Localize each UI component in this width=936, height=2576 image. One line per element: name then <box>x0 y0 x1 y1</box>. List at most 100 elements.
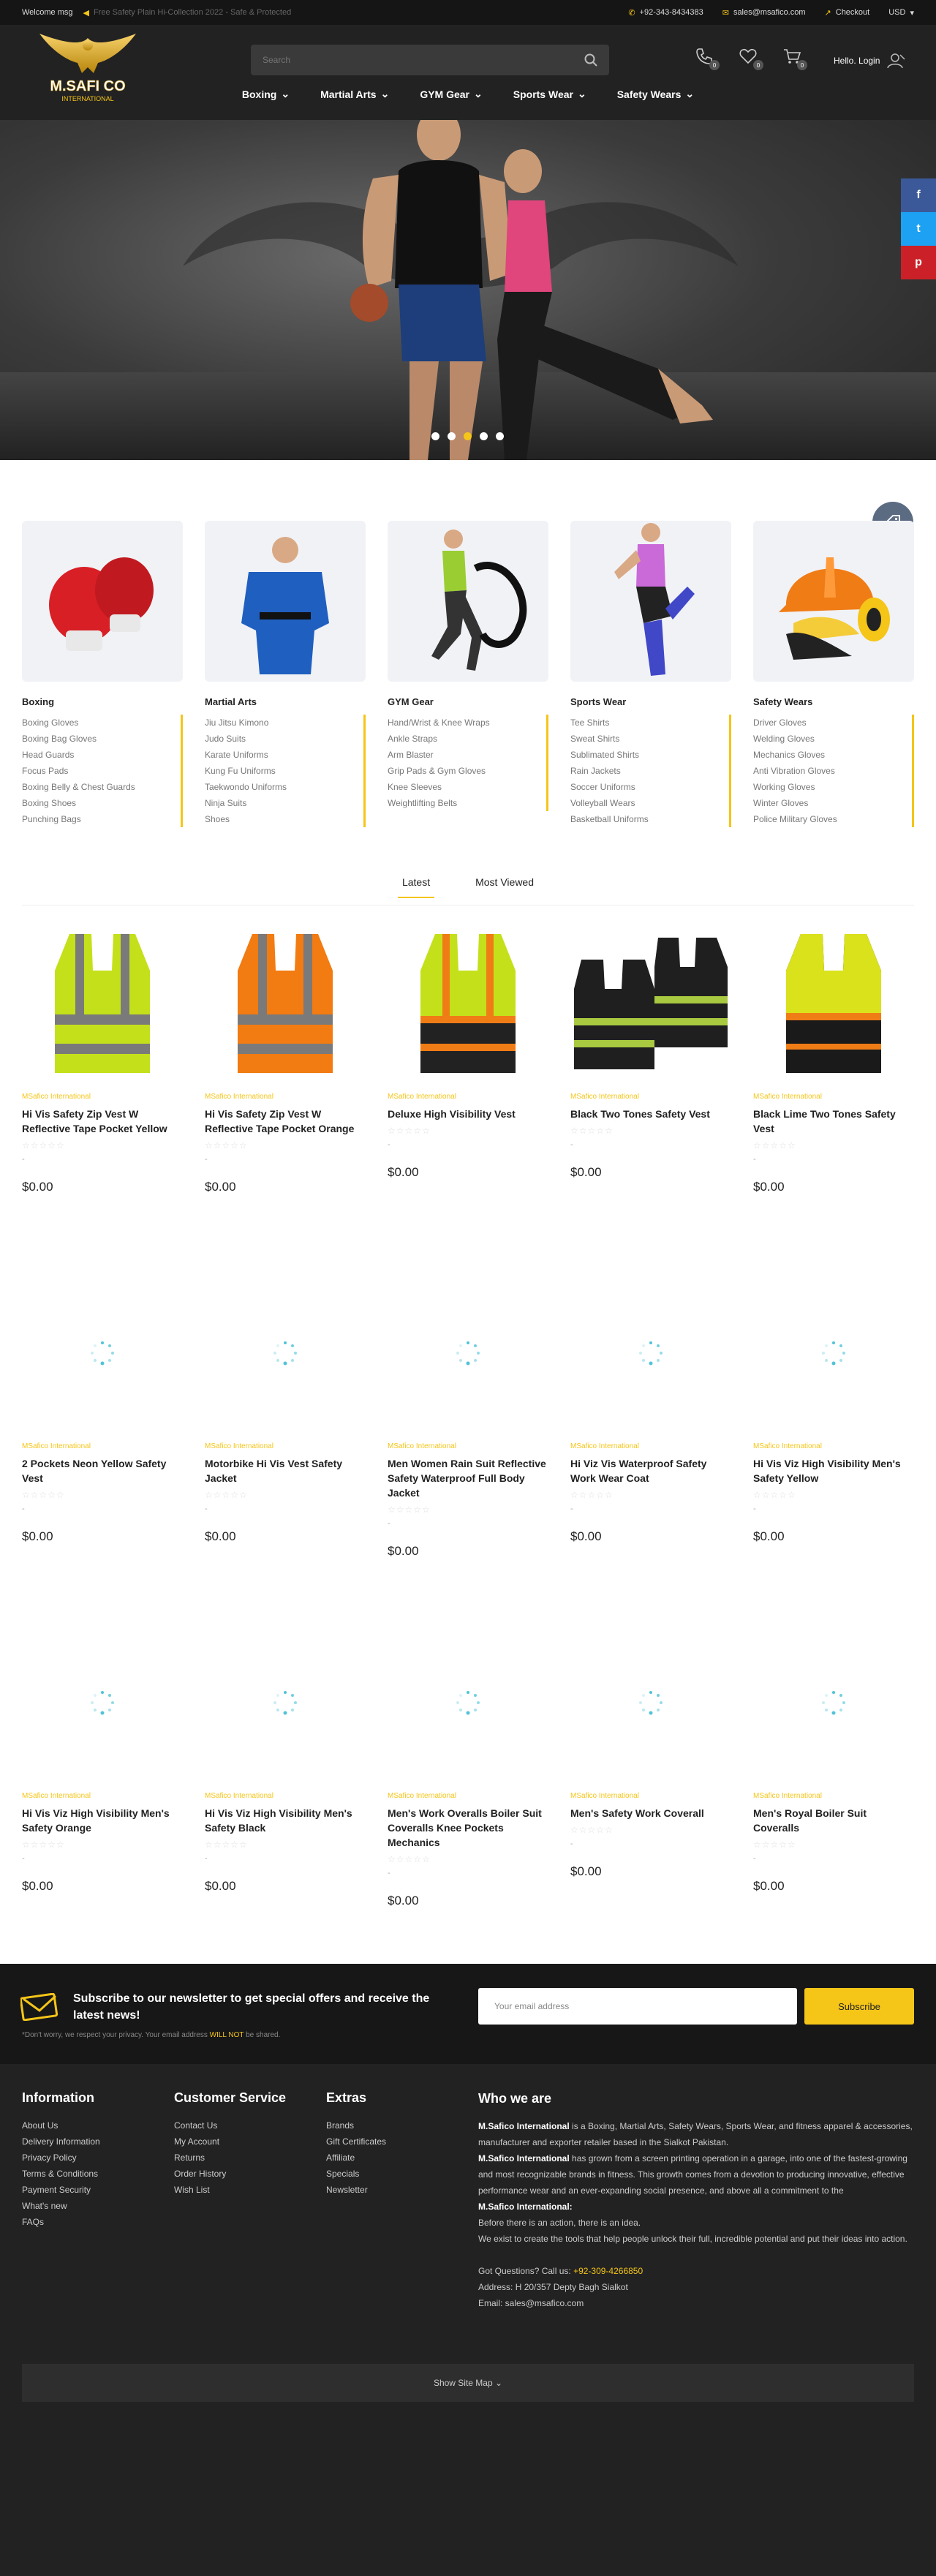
product-image[interactable] <box>570 1273 731 1434</box>
product-card[interactable]: MSafico International Men's Royal Boiler… <box>753 1622 914 1908</box>
product-image[interactable] <box>388 1273 548 1434</box>
product-image[interactable] <box>205 923 366 1084</box>
category-link[interactable]: Welding Gloves <box>753 731 906 747</box>
category-link[interactable]: Anti Vibration Gloves <box>753 763 906 779</box>
category-title[interactable]: GYM Gear <box>388 696 548 707</box>
nav-safety-wears[interactable]: Safety Wears ⌄ <box>617 88 694 100</box>
product-card[interactable]: MSafico International Men Women Rain Sui… <box>388 1273 548 1559</box>
category-link[interactable]: Arm Blaster <box>388 747 540 763</box>
category-link[interactable]: Weightlifting Belts <box>388 795 540 811</box>
product-image[interactable] <box>22 923 183 1084</box>
category-link[interactable]: Boxing Bag Gloves <box>22 731 175 747</box>
footer-link[interactable]: Gift Certificates <box>326 2134 386 2150</box>
category-image-sports-wear[interactable] <box>570 521 731 682</box>
newsletter-email-input[interactable]: Your email address <box>478 1988 797 2025</box>
category-link[interactable]: Knee Sleeves <box>388 779 540 795</box>
product-name[interactable]: Deluxe High Visibility Vest <box>388 1107 548 1121</box>
product-name[interactable]: Motorbike Hi Vis Vest Safety Jacket <box>205 1456 366 1485</box>
footer-link[interactable]: Delivery Information <box>22 2134 100 2150</box>
nav-gym-gear[interactable]: GYM Gear ⌄ <box>420 88 482 100</box>
category-link[interactable]: Taekwondo Uniforms <box>205 779 358 795</box>
twitter-icon[interactable]: t <box>901 212 936 246</box>
product-card[interactable]: MSafico International Black Lime Two Ton… <box>753 923 914 1194</box>
product-image[interactable] <box>570 1622 731 1783</box>
footer-link[interactable]: My Account <box>174 2134 286 2150</box>
category-link[interactable]: Volleyball Wears <box>570 795 723 811</box>
product-image[interactable] <box>22 1273 183 1434</box>
product-name[interactable]: Black Lime Two Tones Safety Vest <box>753 1107 914 1136</box>
category-link[interactable]: Shoes <box>205 811 358 827</box>
category-link[interactable]: Winter Gloves <box>753 795 906 811</box>
category-link[interactable]: Working Gloves <box>753 779 906 795</box>
footer-link[interactable]: Brands <box>326 2117 386 2134</box>
tab-most-viewed[interactable]: Most Viewed <box>471 867 538 898</box>
product-brand[interactable]: MSafico International <box>22 1442 183 1450</box>
email-link[interactable]: ✉ sales@msafico.com <box>722 8 806 18</box>
product-name[interactable]: 2 Pockets Neon Yellow Safety Vest <box>22 1456 183 1485</box>
product-card[interactable]: MSafico International Black Two Tones Sa… <box>570 923 731 1194</box>
product-brand[interactable]: MSafico International <box>205 1442 366 1450</box>
footer-link[interactable]: Privacy Policy <box>22 2150 100 2166</box>
phone-link[interactable]: ✆ +92-343-8434383 <box>628 8 703 18</box>
product-brand[interactable]: MSafico International <box>22 1792 183 1800</box>
product-card[interactable]: MSafico International Hi Vis Safety Zip … <box>22 923 183 1194</box>
nav-boxing[interactable]: Boxing ⌄ <box>242 88 290 100</box>
product-card[interactable]: MSafico International Hi Vis Viz High Vi… <box>753 1273 914 1559</box>
login-link[interactable]: Hello. Login <box>834 53 906 69</box>
slider-dot[interactable] <box>431 432 439 440</box>
product-image[interactable] <box>753 1273 914 1434</box>
category-link[interactable]: Ankle Straps <box>388 731 540 747</box>
product-brand[interactable]: MSafico International <box>753 1792 914 1800</box>
facebook-icon[interactable]: f <box>901 178 936 212</box>
footer-link[interactable]: Specials <box>326 2166 386 2182</box>
product-name[interactable]: Hi Vis Viz High Visibility Men's Safety … <box>753 1456 914 1485</box>
footer-link[interactable]: About Us <box>22 2117 100 2134</box>
product-card[interactable]: MSafico International Hi Viz Vis Waterpr… <box>570 1273 731 1559</box>
product-name[interactable]: Men's Work Overalls Boiler Suit Coverall… <box>388 1806 548 1850</box>
nav-martial-arts[interactable]: Martial Arts ⌄ <box>320 88 389 100</box>
footer-link[interactable]: Payment Security <box>22 2182 100 2198</box>
category-link[interactable]: Focus Pads <box>22 763 175 779</box>
category-image-boxing[interactable] <box>22 521 183 682</box>
product-brand[interactable]: MSafico International <box>388 1792 548 1800</box>
category-title[interactable]: Martial Arts <box>205 696 366 707</box>
product-name[interactable]: Hi Vis Safety Zip Vest W Reflective Tape… <box>205 1107 366 1136</box>
category-link[interactable]: Boxing Shoes <box>22 795 175 811</box>
category-link[interactable]: Punching Bags <box>22 811 175 827</box>
pinterest-icon[interactable]: p <box>901 246 936 279</box>
footer-link[interactable]: Affiliate <box>326 2150 386 2166</box>
product-card[interactable]: MSafico International 2 Pockets Neon Yel… <box>22 1273 183 1559</box>
nav-sports-wear[interactable]: Sports Wear ⌄ <box>513 88 586 100</box>
product-card[interactable]: MSafico International Hi Vis Viz High Vi… <box>22 1622 183 1908</box>
product-card[interactable]: MSafico International Deluxe High Visibi… <box>388 923 548 1194</box>
hero-slider[interactable]: f t p <box>0 120 936 460</box>
category-image-martial-arts[interactable] <box>205 521 366 682</box>
category-title[interactable]: Boxing <box>22 696 183 707</box>
slider-dot[interactable] <box>464 432 472 440</box>
category-link[interactable]: Jiu Jitsu Kimono <box>205 715 358 731</box>
footer-link[interactable]: FAQs <box>22 2214 100 2230</box>
category-link[interactable]: Police Military Gloves <box>753 811 906 827</box>
footer-link[interactable]: Terms & Conditions <box>22 2166 100 2182</box>
currency-select[interactable]: USD ▾ <box>888 8 914 18</box>
product-image[interactable] <box>22 1622 183 1783</box>
slider-dot[interactable] <box>496 432 504 440</box>
category-link[interactable]: Soccer Uniforms <box>570 779 723 795</box>
product-name[interactable]: Hi Vis Viz High Visibility Men's Safety … <box>22 1806 183 1835</box>
product-brand[interactable]: MSafico International <box>570 1792 731 1800</box>
product-brand[interactable]: MSafico International <box>205 1093 366 1101</box>
product-brand[interactable]: MSafico International <box>570 1093 731 1101</box>
product-image[interactable] <box>205 1273 366 1434</box>
product-name[interactable]: Black Two Tones Safety Vest <box>570 1107 731 1121</box>
subscribe-button[interactable]: Subscribe <box>804 1988 914 2025</box>
category-link[interactable]: Tee Shirts <box>570 715 723 731</box>
product-card[interactable]: MSafico International Men's Safety Work … <box>570 1622 731 1908</box>
slider-dot[interactable] <box>448 432 456 440</box>
product-card[interactable]: MSafico International Hi Vis Safety Zip … <box>205 923 366 1194</box>
footer-phone-link[interactable]: +92-309-4266850 <box>573 2266 643 2276</box>
category-title[interactable]: Safety Wears <box>753 696 914 707</box>
category-link[interactable]: Boxing Gloves <box>22 715 175 731</box>
product-card[interactable]: MSafico International Men's Work Overall… <box>388 1622 548 1908</box>
product-card[interactable]: MSafico International Motorbike Hi Vis V… <box>205 1273 366 1559</box>
slider-dot[interactable] <box>480 432 488 440</box>
